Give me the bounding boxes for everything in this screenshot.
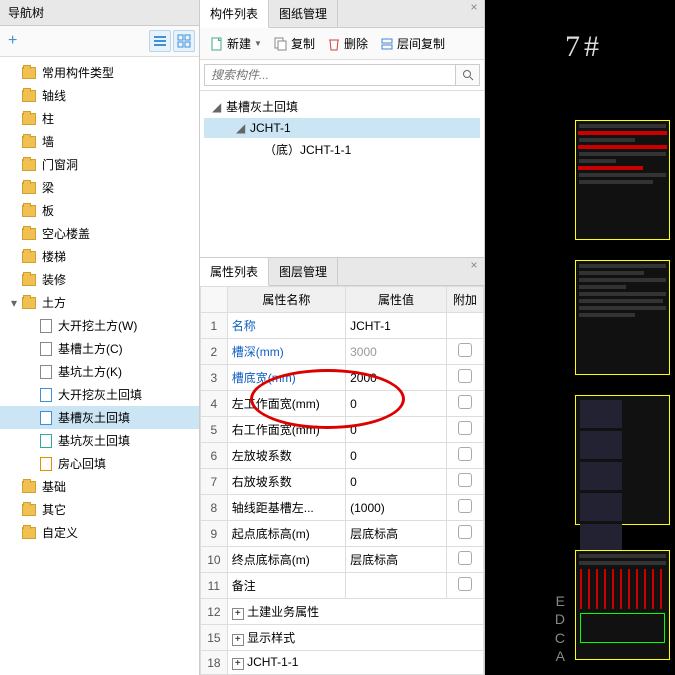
component-tabs: 构件列表图纸管理 × <box>200 0 484 28</box>
nav-item[interactable]: 墙 <box>0 130 199 153</box>
view-list-button[interactable] <box>149 30 171 52</box>
search-button[interactable] <box>456 64 480 86</box>
nav-title: 导航树 <box>8 4 44 21</box>
nav-item[interactable]: 大开挖土方(W) <box>0 314 199 337</box>
component-tree-item[interactable]: ◢JCHT-1 <box>204 118 480 138</box>
property-tabs: 属性列表图层管理 × <box>200 258 484 286</box>
nav-item[interactable]: 房心回填 <box>0 452 199 475</box>
property-row[interactable]: 18+ JCHT-1-1 <box>201 651 484 675</box>
nav-item[interactable]: 其它 <box>0 498 199 521</box>
new-button[interactable]: 新建▼ <box>204 32 268 55</box>
nav-tree[interactable]: 常用构件类型轴线柱墙门窗洞梁板空心楼盖楼梯装修▾土方大开挖土方(W)基槽土方(C… <box>0 57 199 675</box>
property-row[interactable]: 9起点底标高(m)层底标高 <box>201 521 484 547</box>
property-row[interactable]: 4左工作面宽(mm)0 <box>201 391 484 417</box>
nav-item[interactable]: 板 <box>0 199 199 222</box>
property-row[interactable]: 5右工作面宽(mm)0 <box>201 417 484 443</box>
property-row[interactable]: 10终点底标高(m)层底标高 <box>201 547 484 573</box>
nav-item[interactable]: 柱 <box>0 107 199 130</box>
nav-item[interactable]: 空心楼盖 <box>0 222 199 245</box>
nav-item[interactable]: 常用构件类型 <box>0 61 199 84</box>
search-input[interactable] <box>204 64 456 86</box>
tab[interactable]: 图层管理 <box>269 258 338 285</box>
nav-item[interactable]: 基槽土方(C) <box>0 337 199 360</box>
nav-item[interactable]: 基坑灰土回填 <box>0 429 199 452</box>
property-row[interactable]: 8轴线距基槽左...(1000) <box>201 495 484 521</box>
close-icon[interactable]: × <box>464 0 484 27</box>
delete-button[interactable]: 删除 <box>321 32 374 55</box>
property-table: 属性名称 属性值 附加 1名称JCHT-12槽深(mm)30003槽底宽(mm)… <box>200 286 484 675</box>
axis-labels: EDCA <box>555 592 565 665</box>
nav-item[interactable]: 基础 <box>0 475 199 498</box>
nav-item[interactable]: 基坑土方(K) <box>0 360 199 383</box>
property-row[interactable]: 15+ 显示样式 <box>201 625 484 651</box>
drawing-label: 7# <box>565 30 603 64</box>
component-tree[interactable]: ◢基槽灰土回填◢JCHT-1（底）JCHT-1-1 <box>200 91 484 257</box>
tab[interactable]: 构件列表 <box>200 0 269 28</box>
floorcopy-button[interactable]: 层间复制 <box>374 32 451 55</box>
property-row[interactable]: 7右放坡系数0 <box>201 469 484 495</box>
nav-item[interactable]: 装修 <box>0 268 199 291</box>
nav-item[interactable]: 自定义 <box>0 521 199 544</box>
copy-button[interactable]: 复制 <box>268 32 321 55</box>
add-button[interactable]: + <box>4 32 21 50</box>
property-row[interactable]: 1名称JCHT-1 <box>201 313 484 339</box>
view-grid-button[interactable] <box>173 30 195 52</box>
nav-item[interactable]: 基槽灰土回填 <box>0 406 199 429</box>
nav-item[interactable]: 门窗洞 <box>0 153 199 176</box>
nav-item[interactable]: 大开挖灰土回填 <box>0 383 199 406</box>
property-row[interactable]: 2槽深(mm)3000 <box>201 339 484 365</box>
property-row[interactable]: 3槽底宽(mm)2000 <box>201 365 484 391</box>
property-row[interactable]: 12+ 土建业务属性 <box>201 599 484 625</box>
component-tree-item[interactable]: （底）JCHT-1-1 <box>204 138 480 161</box>
nav-item[interactable]: 轴线 <box>0 84 199 107</box>
close-icon[interactable]: × <box>464 258 484 285</box>
tab[interactable]: 属性列表 <box>200 258 269 286</box>
component-tree-item[interactable]: ◢基槽灰土回填 <box>204 95 480 118</box>
nav-item[interactable]: ▾土方 <box>0 291 199 314</box>
nav-item[interactable]: 楼梯 <box>0 245 199 268</box>
property-row[interactable]: 6左放坡系数0 <box>201 443 484 469</box>
tab[interactable]: 图纸管理 <box>269 0 338 27</box>
drawing-viewport[interactable]: 7# EDCA <box>485 0 675 675</box>
property-row[interactable]: 11备注 <box>201 573 484 599</box>
nav-item[interactable]: 梁 <box>0 176 199 199</box>
